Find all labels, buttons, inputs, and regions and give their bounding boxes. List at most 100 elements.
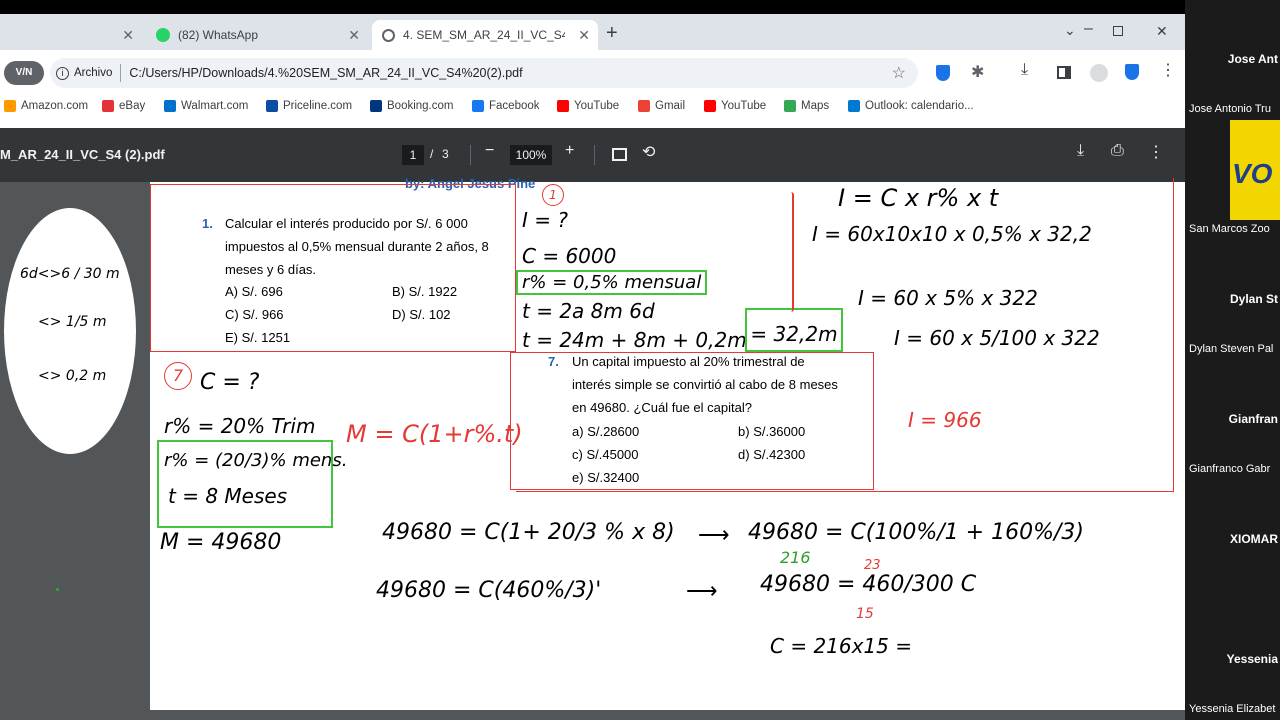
tab-1[interactable]: ✕	[0, 20, 142, 50]
bookmark-item[interactable]: Walmart.com	[164, 100, 248, 112]
zoom-out-icon[interactable]: −	[485, 142, 494, 160]
chevron-down-icon[interactable]: ⌄	[1064, 22, 1076, 39]
minimize-icon[interactable]: –	[1084, 20, 1093, 38]
address-bar[interactable]: i Archivo C:/Users/HP/Downloads/4.%20SEM…	[50, 58, 918, 88]
shield-extension-icon[interactable]	[936, 65, 950, 81]
problem-number: 7.	[548, 354, 559, 369]
option-b: b) S/.36000	[738, 424, 806, 439]
green-dot	[56, 588, 59, 591]
tab-label: (82) WhatsApp	[178, 28, 259, 42]
zoom-in-icon[interactable]: +	[565, 142, 574, 160]
rotate-icon[interactable]: ⟲	[642, 142, 655, 162]
oval-note-3: <> 0,2 m	[38, 368, 107, 384]
new-tab-button[interactable]: +	[606, 22, 618, 45]
participant-name[interactable]: Yessenia	[1185, 652, 1280, 666]
star-icon[interactable]: ☆	[892, 63, 906, 83]
bookmark-item[interactable]: Booking.com	[370, 100, 453, 112]
tab-pdf[interactable]: 4. SEM_SM_AR_24_II_VC_S4 (2).p ✕	[372, 20, 598, 50]
oval-note-1: 6d<>6 / 30 m	[20, 266, 120, 282]
tab-label: 4. SEM_SM_AR_24_II_VC_S4 (2).p	[403, 28, 565, 42]
work-line: C = 216x15 =	[770, 634, 913, 658]
bookmark-item[interactable]: Amazon.com	[4, 100, 88, 112]
sol-7-line: t = 8 Meses	[168, 484, 288, 508]
kebab-menu-icon[interactable]: ⋮	[1160, 60, 1176, 80]
sol-1-line: r% = 0,5% mensual	[516, 270, 708, 295]
close-tab-icon[interactable]: ✕	[578, 27, 590, 44]
participant-name[interactable]: Jose Ant	[1185, 52, 1280, 66]
option-e: E) S/. 1251	[225, 330, 291, 345]
formula-7: M = C(1+r%.t)	[346, 420, 523, 448]
work-line: 49680 = C(460%/3)'	[376, 578, 602, 603]
bookmark-label: Priceline.com	[283, 100, 353, 112]
arrow-icon: ⟶	[698, 522, 730, 547]
bookmark-label: Walmart.com	[181, 100, 249, 112]
info-icon[interactable]: i	[56, 66, 69, 80]
bookmark-favicon-icon	[4, 100, 16, 112]
formula-1: I = 60 x 5/100 x 322	[894, 326, 1100, 350]
sol-1-line: C = 6000	[522, 244, 617, 268]
page-number-input[interactable]: 1	[402, 145, 424, 165]
bookmark-favicon-icon	[638, 100, 650, 112]
bookmark-favicon-icon	[266, 100, 278, 112]
extensions-puzzle-icon[interactable]: ✱	[971, 62, 984, 82]
sol-1-line: t = 24m + 8m + 0,2m	[522, 328, 747, 352]
restore-icon[interactable]	[1113, 26, 1123, 36]
fit-page-icon[interactable]	[612, 148, 627, 161]
download-pdf-icon[interactable]: ⤓	[1077, 142, 1084, 160]
problem-1-box	[150, 184, 516, 352]
participant-fullname: Gianfranco Gabr	[1189, 463, 1271, 475]
sol-1-line: t = 2a 8m 6d	[522, 299, 655, 323]
page-separator: /	[430, 147, 434, 161]
sidepanel-icon[interactable]	[1057, 66, 1071, 79]
participant-name[interactable]: XIOMAR	[1185, 532, 1280, 546]
vpn-icon[interactable]: V/N	[4, 61, 44, 85]
brace-line	[788, 192, 794, 312]
arrow-icon: ⟶	[686, 578, 718, 603]
bookmark-item[interactable]: YouTube	[557, 100, 619, 112]
tab-whatsapp[interactable]: (82) WhatsApp ✕	[146, 20, 368, 50]
close-tab-icon[interactable]: ✕	[122, 27, 134, 44]
participant-name[interactable]: Dylan St	[1185, 292, 1280, 306]
zoom-input[interactable]: 100%	[510, 145, 552, 165]
bookmark-item[interactable]: Outlook: calendario...	[848, 100, 974, 112]
bookmark-item[interactable]: YouTube	[704, 100, 766, 112]
bookmark-favicon-icon	[704, 100, 716, 112]
participant-name[interactable]: Gianfran	[1185, 412, 1280, 426]
participant-fullname: Dylan Steven Pal	[1189, 343, 1274, 355]
shield-check-icon[interactable]	[1125, 64, 1139, 80]
browser-window: ✕ (82) WhatsApp ✕ 4. SEM_SM_AR_24_II_VC_S…	[0, 0, 1185, 720]
print-icon[interactable]: ⎙	[1111, 142, 1124, 160]
sol-1-line: I = ?	[522, 208, 568, 232]
problem-text-line: interés simple se convirtió al cabo de 8…	[572, 377, 838, 392]
pdf-page: by: Angel Jesus Pine 1. Calcular el inte…	[56, 176, 1185, 710]
bookmark-label: YouTube	[574, 100, 620, 112]
problem-number: 1.	[202, 216, 213, 231]
logo-text: VO	[1232, 158, 1273, 189]
formula-1: I = 60x10x10 x 0,5% x 32,2	[812, 222, 1092, 246]
answer-1: I = 966	[908, 408, 982, 432]
bookmark-item[interactable]: Maps	[784, 100, 829, 112]
bookmark-item[interactable]: Gmail	[638, 100, 685, 112]
whiteboard-oval	[4, 208, 136, 454]
more-options-icon[interactable]: ⋮	[1148, 142, 1164, 162]
bookmark-item[interactable]: Priceline.com	[266, 100, 352, 112]
bookmark-favicon-icon	[164, 100, 176, 112]
toolbar-divider	[470, 145, 471, 165]
circle-mark-1: 1	[542, 184, 564, 206]
sol-7-line: r% = 20% Trim	[164, 414, 316, 438]
profile-icon[interactable]	[1090, 64, 1108, 82]
pdf-title: M_AR_24_II_VC_S4 (2).pdf	[0, 147, 165, 162]
bookmark-favicon-icon	[784, 100, 796, 112]
option-e: e) S/.32400	[572, 470, 640, 485]
close-window-icon[interactable]: ✕	[1156, 23, 1168, 40]
bookmark-label: YouTube	[721, 100, 767, 112]
pdf-viewer[interactable]: 6d<>6 / 30 m <> 1/5 m <> 0,2 m by: Angel…	[0, 176, 1185, 720]
download-icon[interactable]: ⤓	[1021, 61, 1028, 79]
work-mark: 15	[856, 606, 874, 622]
bookmark-item[interactable]: Facebook	[472, 100, 540, 112]
url-text[interactable]: C:/Users/HP/Downloads/4.%20SEM_SM_AR_24_…	[129, 66, 522, 80]
formula-1: I = C x r% x t	[838, 184, 999, 212]
bookmark-item[interactable]: eBay	[102, 100, 145, 112]
work-line: 49680 = C(100%/1 + 160%/3)	[748, 520, 1084, 545]
close-tab-icon[interactable]: ✕	[348, 27, 360, 44]
